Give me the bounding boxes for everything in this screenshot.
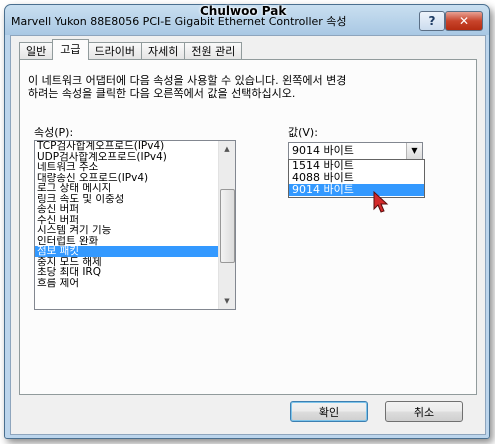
advanced-tab-panel: 이 네트워크 어댑터에 다음 속성을 사용할 수 있습니다. 왼쪽에서 변경 하… [19,59,477,395]
list-item-selected[interactable]: 점보 패킷 [35,246,218,257]
value-dropdown-list: 1514 바이트 4088 바이트 9014 바이트 [288,159,425,198]
properties-dialog: Marvell Yukon 88E8056 PCI-E Gigabit Ethe… [4,4,490,439]
close-button[interactable]: ✕ [445,11,483,31]
ok-button[interactable]: 확인 [290,401,368,422]
list-item[interactable]: 중지 모드 해제 [35,257,218,268]
panel-description: 이 네트워크 어댑터에 다음 속성을 사용할 수 있습니다. 왼쪽에서 변경 하… [28,74,347,100]
tab-strip: 일반 고급 드라이버 자세히 전원 관리 [19,39,243,60]
value-combobox[interactable]: 9014 바이트 ▼ [288,142,423,160]
list-item[interactable]: 초당 최대 IRQ [35,267,218,278]
tab-general[interactable]: 일반 [19,42,54,60]
dialog-client-area: 일반 고급 드라이버 자세히 전원 관리 이 네트워크 어댑터에 다음 속성을 … [10,35,486,435]
chevron-down-icon[interactable]: ▼ [406,143,422,159]
mouse-pointer-icon [373,191,389,213]
list-item[interactable]: 시스템 켜기 기능 [35,225,218,236]
property-listbox[interactable]: TCP검사합계오프로드(IPv4) UDP검사합계오프로드(IPv4) 네트워크… [34,140,236,310]
scrollbar-thumb[interactable] [220,189,235,263]
list-item[interactable]: 흐름 제어 [35,278,218,289]
cancel-button[interactable]: 취소 [385,401,463,422]
combobox-value: 9014 바이트 [292,144,354,157]
list-item[interactable]: 인터럽트 완화 [35,236,218,247]
list-item[interactable]: 송신 버퍼 [35,204,218,215]
properties-label: 속성(P): [34,126,74,139]
list-item[interactable]: 수신 버퍼 [35,215,218,226]
list-item[interactable]: TCP검사합계오프로드(IPv4) [35,141,218,152]
list-item[interactable]: 로그 상태 메시지 [35,183,218,194]
scroll-down-icon[interactable]: ▼ [219,293,235,309]
property-list: TCP검사합계오프로드(IPv4) UDP검사합계오프로드(IPv4) 네트워크… [35,141,218,288]
vertical-scrollbar[interactable]: ▲ ▼ [218,141,235,309]
tab-driver[interactable]: 드라이버 [87,42,142,60]
title-bar[interactable]: Marvell Yukon 88E8056 PCI-E Gigabit Ethe… [5,4,489,33]
tab-power-management[interactable]: 전원 관리 [184,42,243,60]
help-button[interactable]: ? [419,11,445,31]
dropdown-option-selected[interactable]: 9014 바이트 [289,184,424,196]
list-item[interactable]: 링크 속도 및 이중성 [35,194,218,205]
value-label: 값(V): [288,126,318,139]
list-item[interactable]: UDP검사합계오프로드(IPv4) [35,152,218,163]
list-item[interactable]: 네트워크 주소 [35,162,218,173]
tab-advanced[interactable]: 고급 [52,39,89,60]
tab-details[interactable]: 자세히 [140,42,186,60]
watermark-text: Chulwoo Pak [200,4,287,18]
scroll-up-icon[interactable]: ▲ [219,141,235,157]
list-item[interactable]: 대량송신 오프로드(IPv4) [35,173,218,184]
